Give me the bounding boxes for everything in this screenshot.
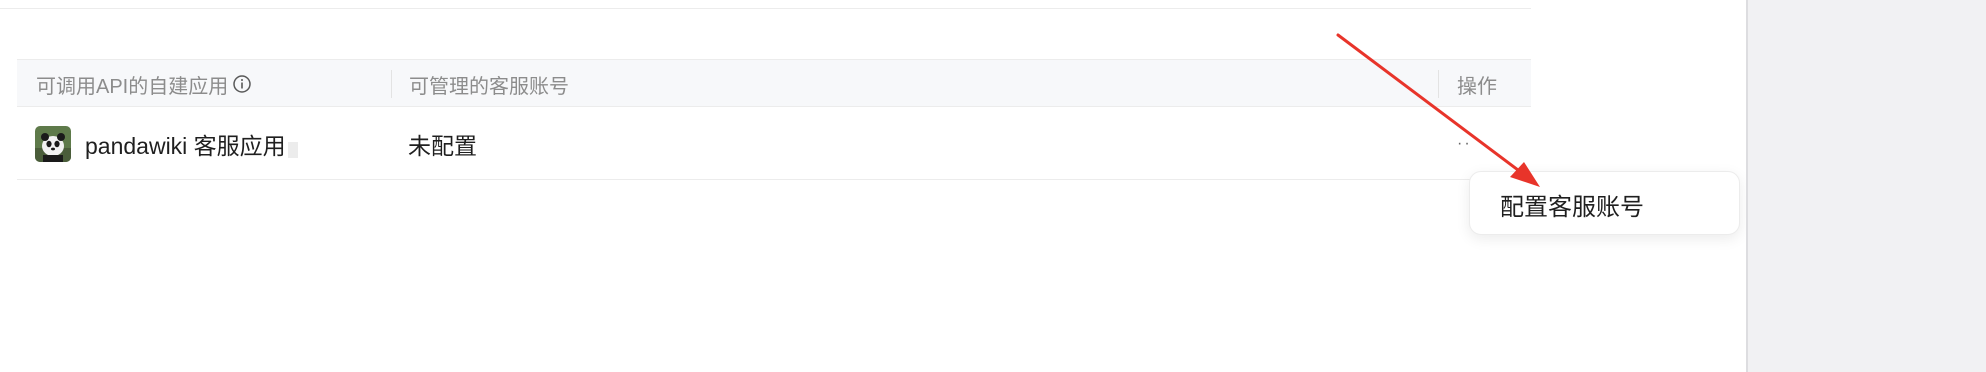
- menu-item-configure-accounts[interactable]: 配置客服账号: [1500, 172, 1644, 236]
- column-header-app-label: 可调用API的自建应用: [36, 75, 229, 98]
- app-badge: [287, 141, 298, 158]
- table-row: pandawiki 客服应用 未配置 ··: [17, 107, 1531, 180]
- app-name: pandawiki 客服应用: [85, 132, 286, 159]
- app-cell: pandawiki 客服应用: [35, 107, 298, 180]
- info-icon[interactable]: [232, 74, 252, 94]
- table-header: 可调用API的自建应用 可管理的客服账号 操作: [17, 59, 1531, 107]
- top-divider: [0, 8, 1531, 9]
- column-header-actions: 操作: [1457, 75, 1497, 98]
- column-separator: [1438, 70, 1439, 98]
- apps-table: 可调用API的自建应用 可管理的客服账号 操作 pandawiki 客服应用 未…: [17, 59, 1531, 180]
- column-header-accounts: 可管理的客服账号: [409, 75, 569, 98]
- more-actions-icon[interactable]: ··: [1457, 135, 1472, 153]
- account-status: 未配置: [408, 132, 477, 159]
- actions-dropdown-menu: 配置客服账号: [1469, 171, 1740, 235]
- side-panel: [1746, 0, 1986, 372]
- avatar: [35, 125, 71, 162]
- column-separator: [391, 70, 392, 98]
- column-header-app: 可调用API的自建应用: [36, 60, 252, 108]
